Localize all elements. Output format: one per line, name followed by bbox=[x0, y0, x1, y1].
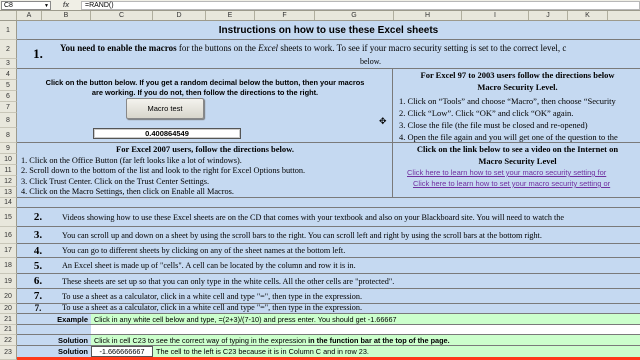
row-header[interactable]: 14 bbox=[0, 198, 17, 208]
excel97-step: 4. Open the file again and you will get … bbox=[399, 132, 618, 142]
macro-instruction-1: Click on the button below. If you get a … bbox=[45, 78, 365, 87]
section-1-line2: below. bbox=[360, 57, 382, 66]
item-number: 4. bbox=[33, 245, 43, 257]
excel2007-step: 4. Click on the Macro Settings, then cli… bbox=[21, 187, 234, 196]
row-header[interactable]: 3 bbox=[0, 59, 17, 69]
item-text: To use a sheet as a calculator, click in… bbox=[62, 303, 363, 312]
column-header-e[interactable]: E bbox=[206, 11, 255, 20]
column-header-j[interactable]: J bbox=[529, 11, 568, 20]
excel97-heading-2: Macro Security Level. bbox=[477, 82, 558, 92]
input-cell-row-21[interactable] bbox=[91, 325, 640, 335]
item-number: 5. bbox=[33, 260, 43, 272]
row-header[interactable]: 9 bbox=[0, 143, 17, 154]
section-1-number: 1. bbox=[33, 46, 43, 61]
row-header[interactable]: 17 bbox=[0, 244, 17, 258]
column-header-k[interactable]: K bbox=[568, 11, 608, 20]
video-heading-1: Click on the link below to see a video o… bbox=[416, 144, 619, 154]
section-1-text-b: sheets to work. To see if your macro sec… bbox=[278, 43, 567, 53]
row-header[interactable]: 2 bbox=[0, 40, 17, 59]
macro-instruction-2: are working. If you do not, then follow … bbox=[91, 88, 319, 97]
row-header[interactable]: 19 bbox=[0, 274, 17, 289]
excel2007-step: 2. Scroll down to the bottom of the list… bbox=[21, 166, 306, 175]
row-header[interactable]: 11 bbox=[0, 165, 17, 176]
row-header[interactable]: 21 bbox=[0, 325, 17, 335]
item-text: You can go to different sheets by clicki… bbox=[62, 246, 346, 255]
column-header-g[interactable]: G bbox=[315, 11, 394, 20]
row-header[interactable]: 15 bbox=[0, 208, 17, 227]
item-text: An Excel sheet is made up of "cells". A … bbox=[62, 261, 356, 270]
section-1-bold: You need to enable the macros bbox=[60, 43, 177, 53]
column-header-a[interactable]: A bbox=[17, 11, 42, 20]
item-text: Videos showing how to use these Excel sh… bbox=[62, 213, 565, 222]
item-text: You can scroll up and down on a sheet by… bbox=[62, 231, 542, 240]
row-header[interactable]: 8 bbox=[0, 113, 17, 128]
row-header[interactable]: 16 bbox=[0, 227, 17, 244]
excel2007-heading: For Excel 2007 users, follow the directi… bbox=[116, 144, 294, 154]
name-box[interactable]: C8 ▼ bbox=[1, 0, 51, 10]
solution-label: Solution bbox=[58, 336, 88, 345]
video-heading-2: Macro Security Level bbox=[478, 156, 557, 166]
solution-label: Solution bbox=[58, 347, 88, 356]
row-header[interactable]: 5 bbox=[0, 80, 17, 91]
row-header[interactable]: 6 bbox=[0, 91, 17, 102]
macro-test-button[interactable]: Macro test bbox=[126, 98, 204, 119]
solution-text-plain: Click in cell C23 to see the correct way… bbox=[94, 336, 309, 345]
video-link-1[interactable]: Click here to learn how to set your macr… bbox=[407, 168, 640, 178]
row-header[interactable]: 12 bbox=[0, 176, 17, 187]
row-header[interactable]: 8 bbox=[0, 128, 17, 143]
solution-text-bold: in the function bar at the top of the pa… bbox=[308, 336, 450, 345]
solution-explanation: The cell to the left is C23 because it i… bbox=[153, 346, 640, 357]
cell-c23[interactable]: -1.666666667 bbox=[91, 346, 153, 357]
row-header[interactable]: 7 bbox=[0, 102, 17, 113]
move-cursor-icon: ✥ bbox=[379, 116, 387, 126]
select-all-corner[interactable] bbox=[0, 11, 17, 20]
column-header-c[interactable]: C bbox=[91, 11, 153, 20]
video-link-2[interactable]: Click here to learn how to set your macr… bbox=[413, 179, 640, 189]
random-value-cell[interactable]: 0.400864549 bbox=[93, 128, 241, 139]
column-headers: A B C D E F G H I J K bbox=[0, 11, 640, 21]
row-header[interactable]: 13 bbox=[0, 187, 17, 198]
formula-bar: C8 ▼ fx =RAND() bbox=[0, 0, 640, 11]
page-title: Instructions on how to use these Excel s… bbox=[17, 21, 640, 40]
item-number: 7. bbox=[34, 303, 42, 313]
section-1-excel-word: Excel bbox=[258, 43, 279, 53]
item-number: 3. bbox=[33, 229, 43, 241]
row-header[interactable]: 22 bbox=[0, 335, 17, 346]
column-header-h[interactable]: H bbox=[394, 11, 462, 20]
row-header[interactable]: 23 bbox=[0, 346, 17, 360]
excel2007-step: 1. Click on the Office Button (far left … bbox=[21, 156, 242, 165]
row-header[interactable]: 1 bbox=[0, 21, 17, 40]
column-header-i[interactable]: I bbox=[462, 11, 529, 20]
row-header[interactable]: 4 bbox=[0, 69, 17, 80]
column-header-b[interactable]: B bbox=[42, 11, 91, 20]
row-header[interactable]: 18 bbox=[0, 258, 17, 274]
excel97-heading-1: For Excel 97 to 2003 users follow the di… bbox=[420, 70, 615, 80]
section-1-text-a: for the buttons on the bbox=[176, 43, 259, 53]
example-text: Click in any white cell below and type, … bbox=[91, 314, 640, 325]
item-text: These sheets are set up so that you can … bbox=[62, 277, 395, 286]
item-number: 2. bbox=[33, 211, 43, 223]
row-header[interactable]: 10 bbox=[0, 154, 17, 165]
example-label: Example bbox=[57, 315, 88, 324]
item-number: 6. bbox=[33, 275, 43, 287]
row-header[interactable]: 20 bbox=[0, 304, 17, 314]
solution-text: Click in cell C23 to see the correct way… bbox=[91, 335, 640, 346]
excel97-step: 2. Click “Low”. Click “OK” and click “OK… bbox=[399, 108, 574, 118]
excel97-step: 3. Close the file (the file must be clos… bbox=[399, 120, 588, 130]
row-header[interactable]: 21 bbox=[0, 314, 17, 325]
column-header-d[interactable]: D bbox=[153, 11, 206, 20]
name-box-value: C8 bbox=[4, 1, 13, 9]
fx-icon[interactable]: fx bbox=[51, 2, 81, 9]
excel2007-step: 3. Click Trust Center. Click on the Trus… bbox=[21, 177, 210, 186]
chevron-down-icon[interactable]: ▼ bbox=[44, 2, 49, 10]
excel97-step: 1. Click on “Tools” and choose “Macro”, … bbox=[399, 96, 616, 106]
formula-input[interactable]: =RAND() bbox=[81, 0, 640, 10]
section-1-text: You need to enable the macros for the bu… bbox=[60, 42, 640, 54]
column-header-f[interactable]: F bbox=[255, 11, 315, 20]
row-header[interactable]: 20 bbox=[0, 289, 17, 304]
